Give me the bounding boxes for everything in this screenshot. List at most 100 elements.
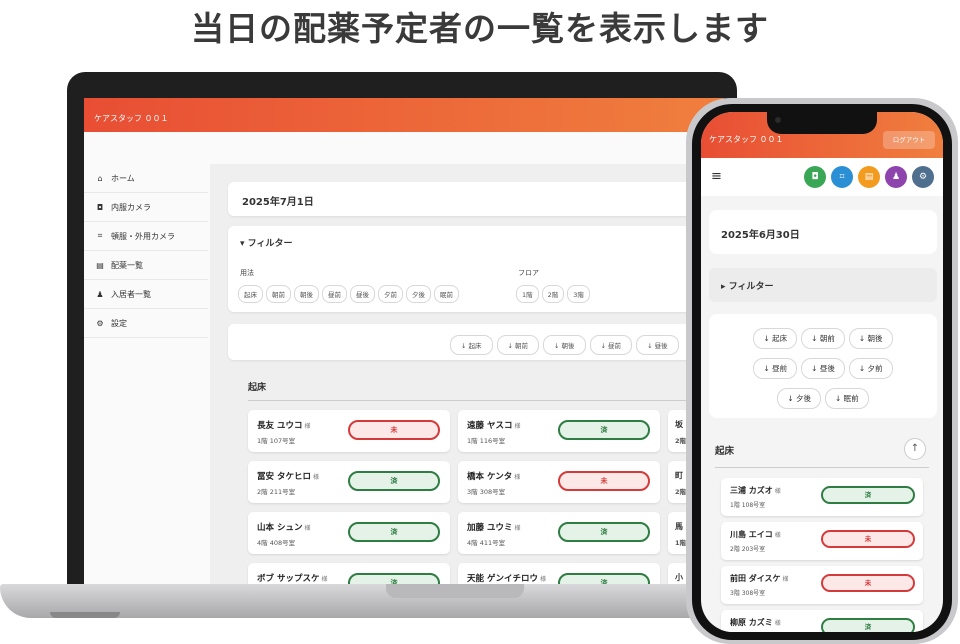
scroll-up-icon[interactable]: ↑ (904, 438, 926, 460)
floor-chip[interactable]: 3階 (567, 285, 590, 303)
sort-chips: ↓ 起床 ↓ 朝前 ↓ 朝後 ↓ 昼前 ↓ 昼後 (450, 333, 683, 355)
sidebar-item-3[interactable]: ▤ 配薬一覧 (84, 251, 208, 280)
patient-name: 柳原 カズミ様 (730, 618, 781, 627)
usage-chip[interactable]: 眠前 (434, 285, 459, 303)
list-icon[interactable]: ▤ (858, 166, 880, 188)
status-badge[interactable]: 済 (558, 573, 650, 584)
sort-chip[interactable]: ↓ 昼後 (636, 335, 679, 355)
laptop-notch (386, 584, 524, 598)
patient-card[interactable]: 加藤 ユウミ様 4階 411号室 済 (458, 512, 660, 554)
patient-card[interactable]: 柳原 カズミ様 済 (721, 610, 923, 632)
patient-card[interactable]: ボブ サップスケ様2階 206号室済 (248, 563, 450, 584)
date-card: 2025年7月1日 (228, 182, 724, 216)
headline: 当日の配薬予定者の一覧を表示します (191, 9, 769, 48)
app-title: ケアスタッフ ００１ (94, 114, 169, 123)
patient-room: 2階 (675, 488, 687, 496)
sidebar-item-2[interactable]: ⌗ 頓服・外用カメラ (84, 222, 208, 251)
patient-name: 長友 ユウコ様 (257, 421, 311, 431)
patient-card[interactable]: 橋本 ケンタ様 3階 308号室 未 (458, 461, 660, 503)
patient-name: ボブ サップスケ様 (257, 574, 328, 584)
laptop-foot-left (50, 612, 120, 618)
status-badge[interactable]: 済 (558, 420, 650, 440)
floor-chip[interactable]: 1階 (516, 285, 539, 303)
sort-chip[interactable]: ↓ 昼前 (589, 335, 633, 355)
mobile-date-card: 2025年6月30日 (709, 210, 937, 254)
home-icon: ⌂ (97, 173, 103, 183)
usage-chip[interactable]: 昼後 (350, 285, 375, 303)
status-badge[interactable]: 済 (821, 618, 915, 632)
usage-chip[interactable]: 夕後 (406, 285, 431, 303)
sidebar-item-4[interactable]: ♟ 入居者一覧 (84, 280, 208, 309)
mobile-section-divider (715, 467, 929, 468)
patient-card[interactable]: 三浦 カズオ様 1階 108号室 済 (721, 478, 923, 516)
patient-card[interactable]: 天能 ゲンイチロウ様3階 305号室済 (458, 563, 660, 584)
camera-icon: ◘ (96, 202, 104, 212)
floor-chip[interactable]: 2階 (541, 285, 565, 303)
usage-chip[interactable]: 昼前 (322, 285, 347, 303)
patient-card[interactable]: 前田 ダイスケ様 3階 308号室 未 (721, 566, 923, 604)
camera-icon[interactable]: ◘ (804, 166, 826, 188)
patient-card[interactable]: 川島 エイコ様 2階 203号室 未 (721, 522, 923, 560)
sort-chip[interactable]: ↓ 昼前 (753, 358, 798, 379)
sort-chip[interactable]: ↓ 昼後 (801, 358, 845, 379)
filter-panel: ▾ フィルター 用法 起床 朝前 朝後 昼前 昼後 夕前 夕後 眠前 フロア 1階 2階 3階 (228, 226, 724, 312)
logout-button[interactable]: ログアウト (883, 131, 935, 149)
sort-chip[interactable]: ↓ 朝後 (543, 335, 586, 355)
honorific: 様 (304, 525, 311, 532)
status-badge[interactable]: 済 (348, 522, 440, 542)
patient-room: 2階 (675, 437, 687, 445)
status-badge[interactable]: 未 (821, 530, 915, 548)
sidebar-item-0[interactable]: ⌂ ホーム (84, 164, 208, 193)
patient-card[interactable]: 山本 シュン様 4階 408号室 済 (248, 512, 450, 554)
mobile-filter-toggle[interactable]: ▸ フィルター (709, 268, 937, 302)
laptop-screen: ケアスタッフ ００１ ⌂ ホーム ◘ 内服カメラ ⌗ 頓服・外用カメラ ▤ 配薬一覧 ♟ 入居者一… (84, 98, 724, 584)
patient-room: 2階 203号室 (730, 546, 766, 553)
sidebar-item-5[interactable]: ⚙ 設定 (84, 309, 208, 338)
usage-chip[interactable]: 夕前 (378, 285, 403, 303)
sidebar-item-1[interactable]: ◘ 内服カメラ (84, 193, 208, 222)
patient-name: 天能 ゲンイチロウ様 (467, 574, 546, 584)
mobile-app-title: ケアスタッフ ００１ (709, 135, 784, 144)
status-badge[interactable]: 済 (558, 522, 650, 542)
usage-chip[interactable]: 起床 (238, 285, 263, 303)
sidebar-item-label: ホーム (111, 173, 135, 183)
gear-icon[interactable]: ⚙ (912, 166, 934, 188)
status-badge[interactable]: 済 (348, 573, 440, 584)
sort-chip[interactable]: ↓ 眠前 (825, 388, 869, 409)
sort-chip[interactable]: ↓ 朝後 (848, 328, 893, 349)
filter-toggle[interactable]: ▾ フィルター (240, 236, 292, 249)
sort-chip[interactable]: ↓ 朝前 (801, 328, 845, 349)
menu-icon[interactable]: ≡ (711, 170, 722, 183)
sort-chip[interactable]: ↓ 起床 (450, 335, 493, 355)
main-content: 2025年7月1日 ▾ フィルター 用法 起床 朝前 朝後 昼前 昼後 夕前 夕後 眠前 フロ… (210, 164, 724, 584)
honorific: 様 (774, 532, 781, 539)
sort-chip[interactable]: ↓ 夕前 (848, 358, 893, 379)
scan-icon[interactable]: ⌗ (831, 166, 853, 188)
patient-room: 3階 308号室 (730, 590, 766, 597)
patient-card[interactable]: 冨安 タケヒロ様 2階 211号室 済 (248, 461, 450, 503)
patient-name: 冨安 タケヒロ様 (257, 472, 319, 482)
patient-card[interactable]: 遠藤 ヤスコ様 1階 116号室 済 (458, 410, 660, 452)
sidebar-item-label: 入居者一覧 (111, 289, 151, 299)
usage-chip[interactable]: 朝後 (294, 285, 319, 303)
status-badge[interactable]: 未 (558, 471, 650, 491)
sort-bar: ↓ 起床 ↓ 朝前 ↓ 朝後 ↓ 昼前 ↓ 昼後 (228, 324, 724, 360)
sort-chip[interactable]: ↓ 起床 (753, 328, 798, 349)
status-badge[interactable]: 未 (821, 574, 915, 592)
patient-room: 1階 107号室 (257, 437, 296, 445)
patient-name: 加藤 ユウミ様 (467, 523, 521, 533)
patient-name: 遠藤 ヤスコ様 (467, 421, 521, 431)
people-icon[interactable]: ♟ (885, 166, 907, 188)
list-icon: ▤ (96, 260, 104, 270)
sort-chip[interactable]: ↓ 朝前 (496, 335, 540, 355)
honorific: 様 (304, 423, 311, 430)
status-badge[interactable]: 済 (821, 486, 915, 504)
sidebar-item-label: 設定 (111, 318, 127, 328)
patient-card[interactable]: 長友 ユウコ様 1階 107号室 未 (248, 410, 450, 452)
sort-chip[interactable]: ↓ 夕後 (777, 388, 821, 409)
patient-room: 4階 411号室 (467, 539, 506, 547)
usage-chip[interactable]: 朝前 (266, 285, 291, 303)
honorific: 様 (774, 488, 781, 495)
status-badge[interactable]: 済 (348, 471, 440, 491)
status-badge[interactable]: 未 (348, 420, 440, 440)
